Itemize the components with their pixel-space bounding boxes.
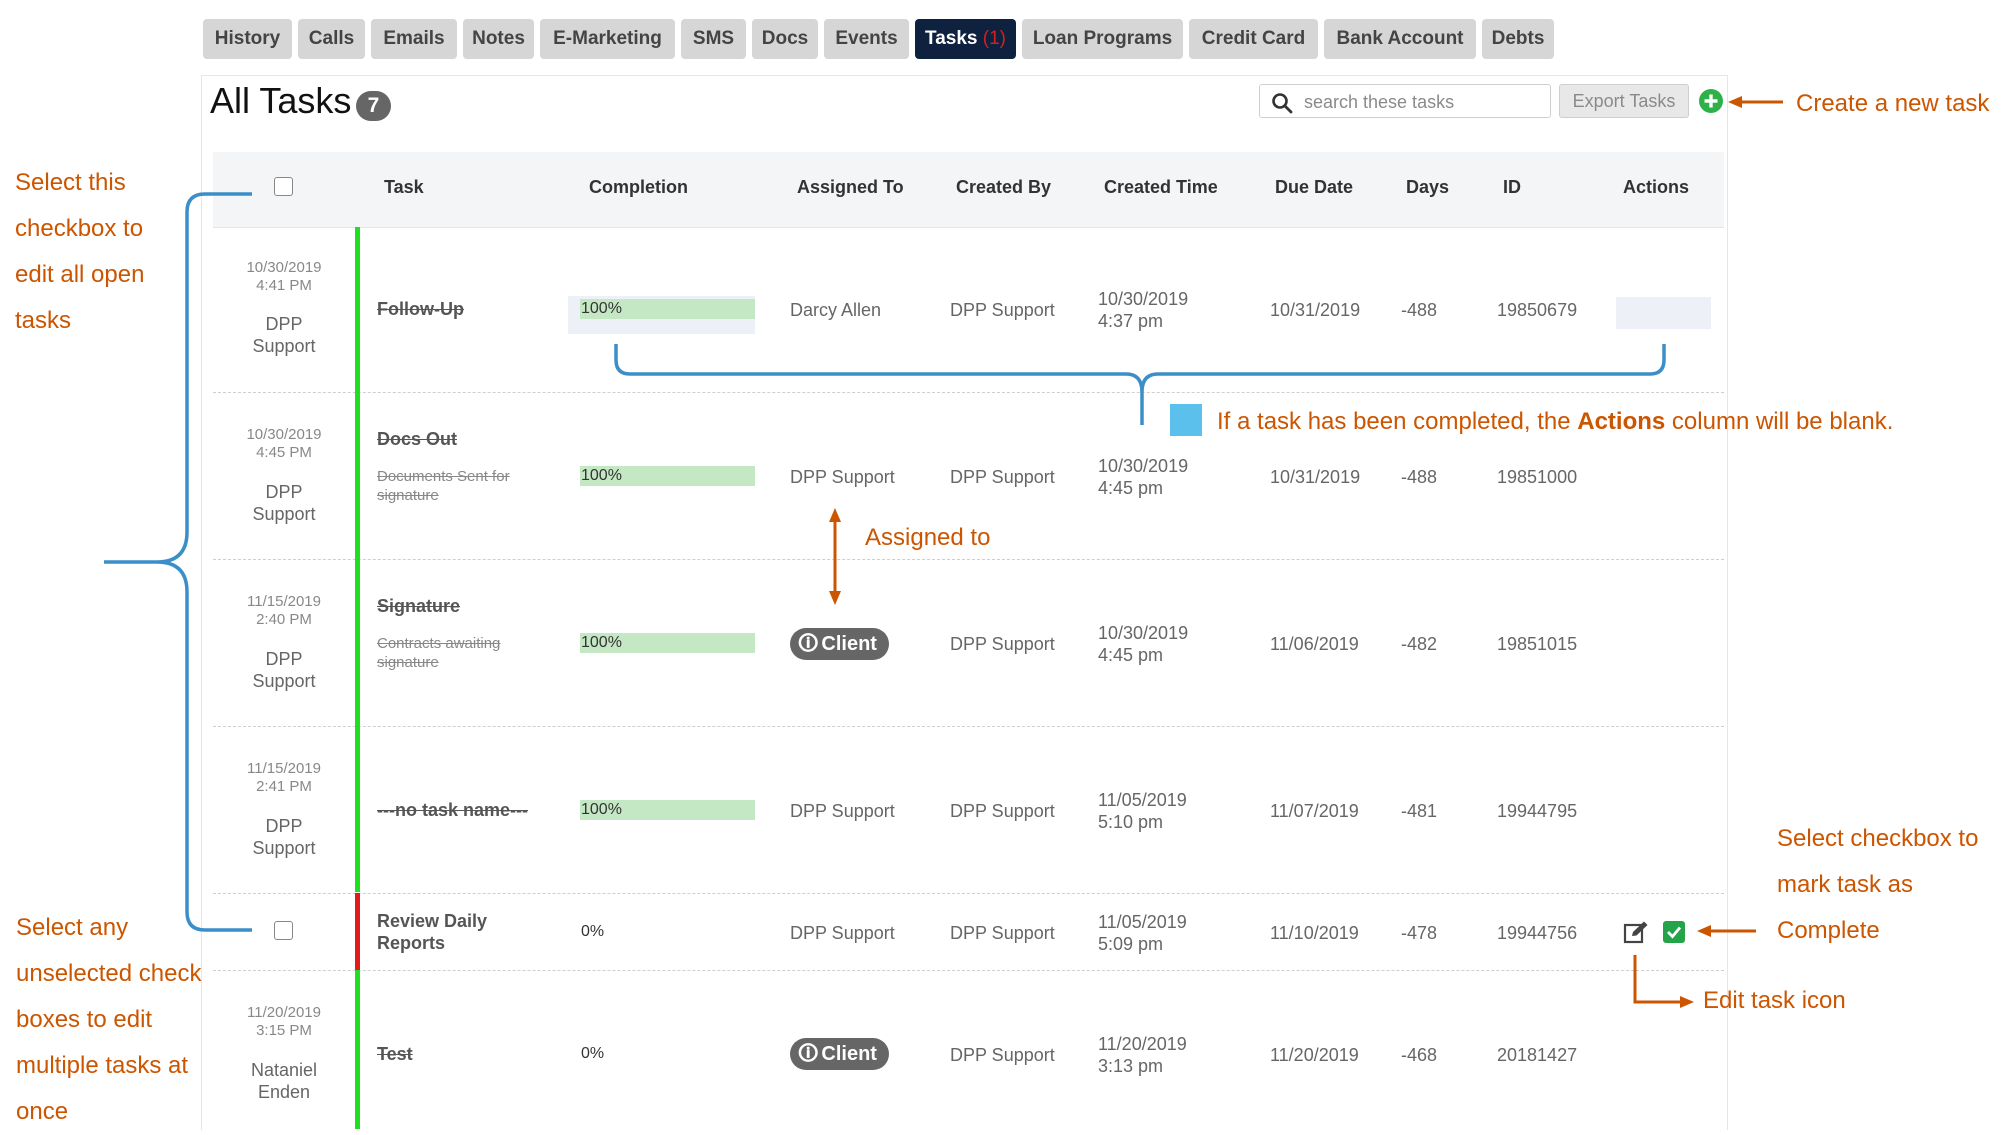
arrowhead bbox=[829, 508, 841, 522]
arrowhead bbox=[1728, 96, 1742, 108]
annotation-select-all: Select this checkbox to edit all open ta… bbox=[15, 169, 145, 334]
annotation-edit-icon: Edit task icon bbox=[1703, 987, 1846, 1014]
annotation-select-any: Select any unselected check boxes to edi… bbox=[16, 914, 202, 1125]
edit-arrow bbox=[1633, 955, 1684, 1004]
sticky-note-icon bbox=[1170, 404, 1202, 436]
arrowhead bbox=[829, 591, 841, 605]
arrowhead bbox=[1697, 925, 1711, 937]
annotation-assigned-to: Assigned to bbox=[865, 524, 991, 551]
annotation-create-task: Create a new task bbox=[1796, 90, 1990, 117]
annotation-overlay bbox=[104, 96, 1783, 1008]
annotation-mark-complete: Select checkbox to mark task as Complete bbox=[1777, 825, 1979, 944]
annotation-actions-blank: If a task has been completed, the Action… bbox=[1217, 408, 1894, 435]
arrowhead bbox=[1680, 996, 1694, 1008]
